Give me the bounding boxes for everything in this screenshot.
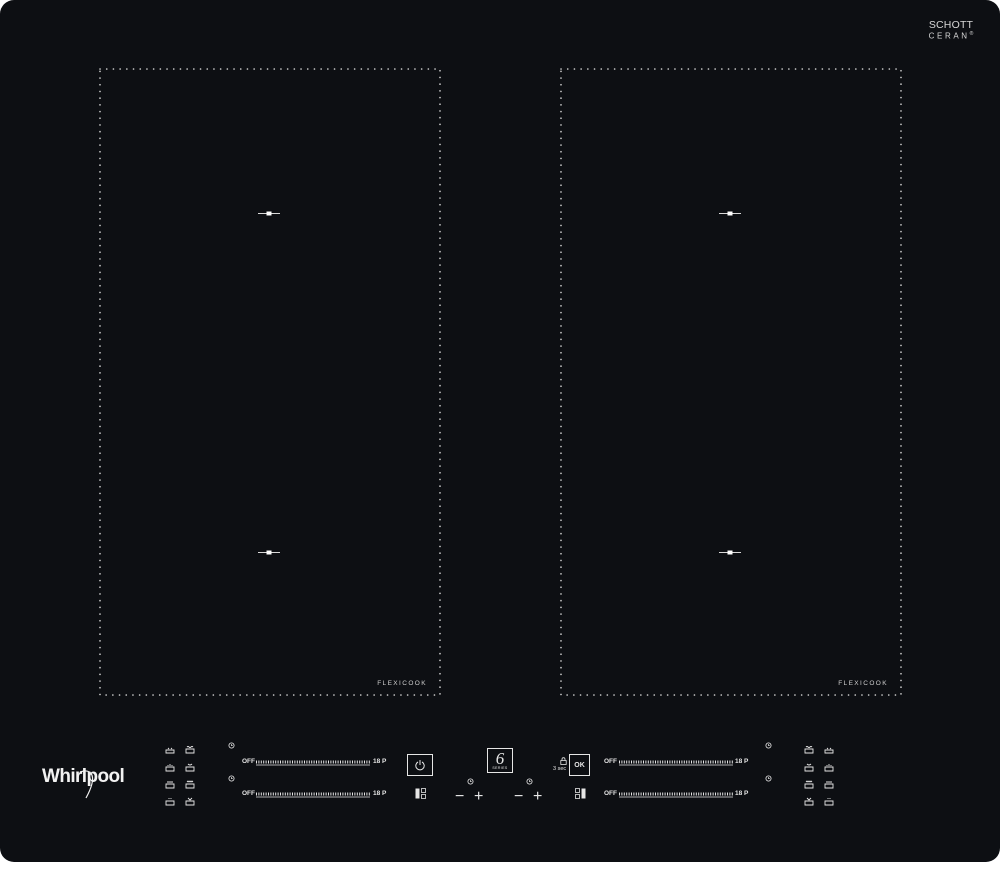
slider-off-label: OFF — [242, 790, 255, 797]
power-slider-bottom-right[interactable] — [619, 790, 733, 799]
function-icons-right[interactable] — [803, 745, 835, 809]
slider-off-label: OFF — [604, 758, 617, 765]
power-button[interactable] — [407, 754, 433, 776]
slider-max-label: 18 P — [735, 790, 749, 797]
slider-off-label: OFF — [242, 758, 255, 765]
lock-hold-label: 3 sec — [553, 766, 567, 772]
series-number: 6 — [495, 749, 505, 768]
timer-icon[interactable] — [765, 775, 772, 782]
timer-minus-button-right[interactable]: − — [514, 789, 523, 805]
timer-icon[interactable] — [467, 778, 474, 785]
power-slider-top-left[interactable] — [256, 758, 370, 767]
power-icon — [415, 760, 425, 771]
power-slider-bottom-left[interactable] — [256, 790, 370, 799]
slider-off-label: OFF — [604, 790, 617, 797]
timer-icon[interactable] — [228, 742, 235, 749]
series-badge: 6 SERIES — [487, 748, 513, 773]
timer-plus-button-left[interactable]: + — [474, 789, 483, 805]
power-slider-top-right[interactable] — [619, 758, 733, 767]
function-icons-left[interactable] — [164, 745, 196, 809]
timer-minus-button-left[interactable]: − — [455, 789, 464, 805]
lock-icon[interactable] — [560, 757, 567, 765]
timer-icon[interactable] — [526, 778, 533, 785]
slider-max-label: 18 P — [373, 758, 387, 765]
series-label: SERIES — [492, 766, 508, 770]
timer-icon[interactable] — [765, 742, 772, 749]
control-panel: OFF 18 P OFF 18 P OFF 18 P OFF 18 P 6 SE… — [0, 0, 1000, 862]
timer-plus-button-right[interactable]: + — [533, 789, 542, 805]
slider-max-label: 18 P — [373, 790, 387, 797]
flexi-zone-right-button[interactable] — [575, 788, 586, 799]
flexi-zone-left-button[interactable] — [415, 788, 426, 799]
cooktop-glass: SCHOTT CERAN® FLEXICOOK FLEXICOOK Whirlp… — [0, 0, 1000, 862]
slider-max-label: 18 P — [735, 758, 749, 765]
ok-button[interactable]: OK — [569, 754, 590, 776]
timer-icon[interactable] — [228, 775, 235, 782]
